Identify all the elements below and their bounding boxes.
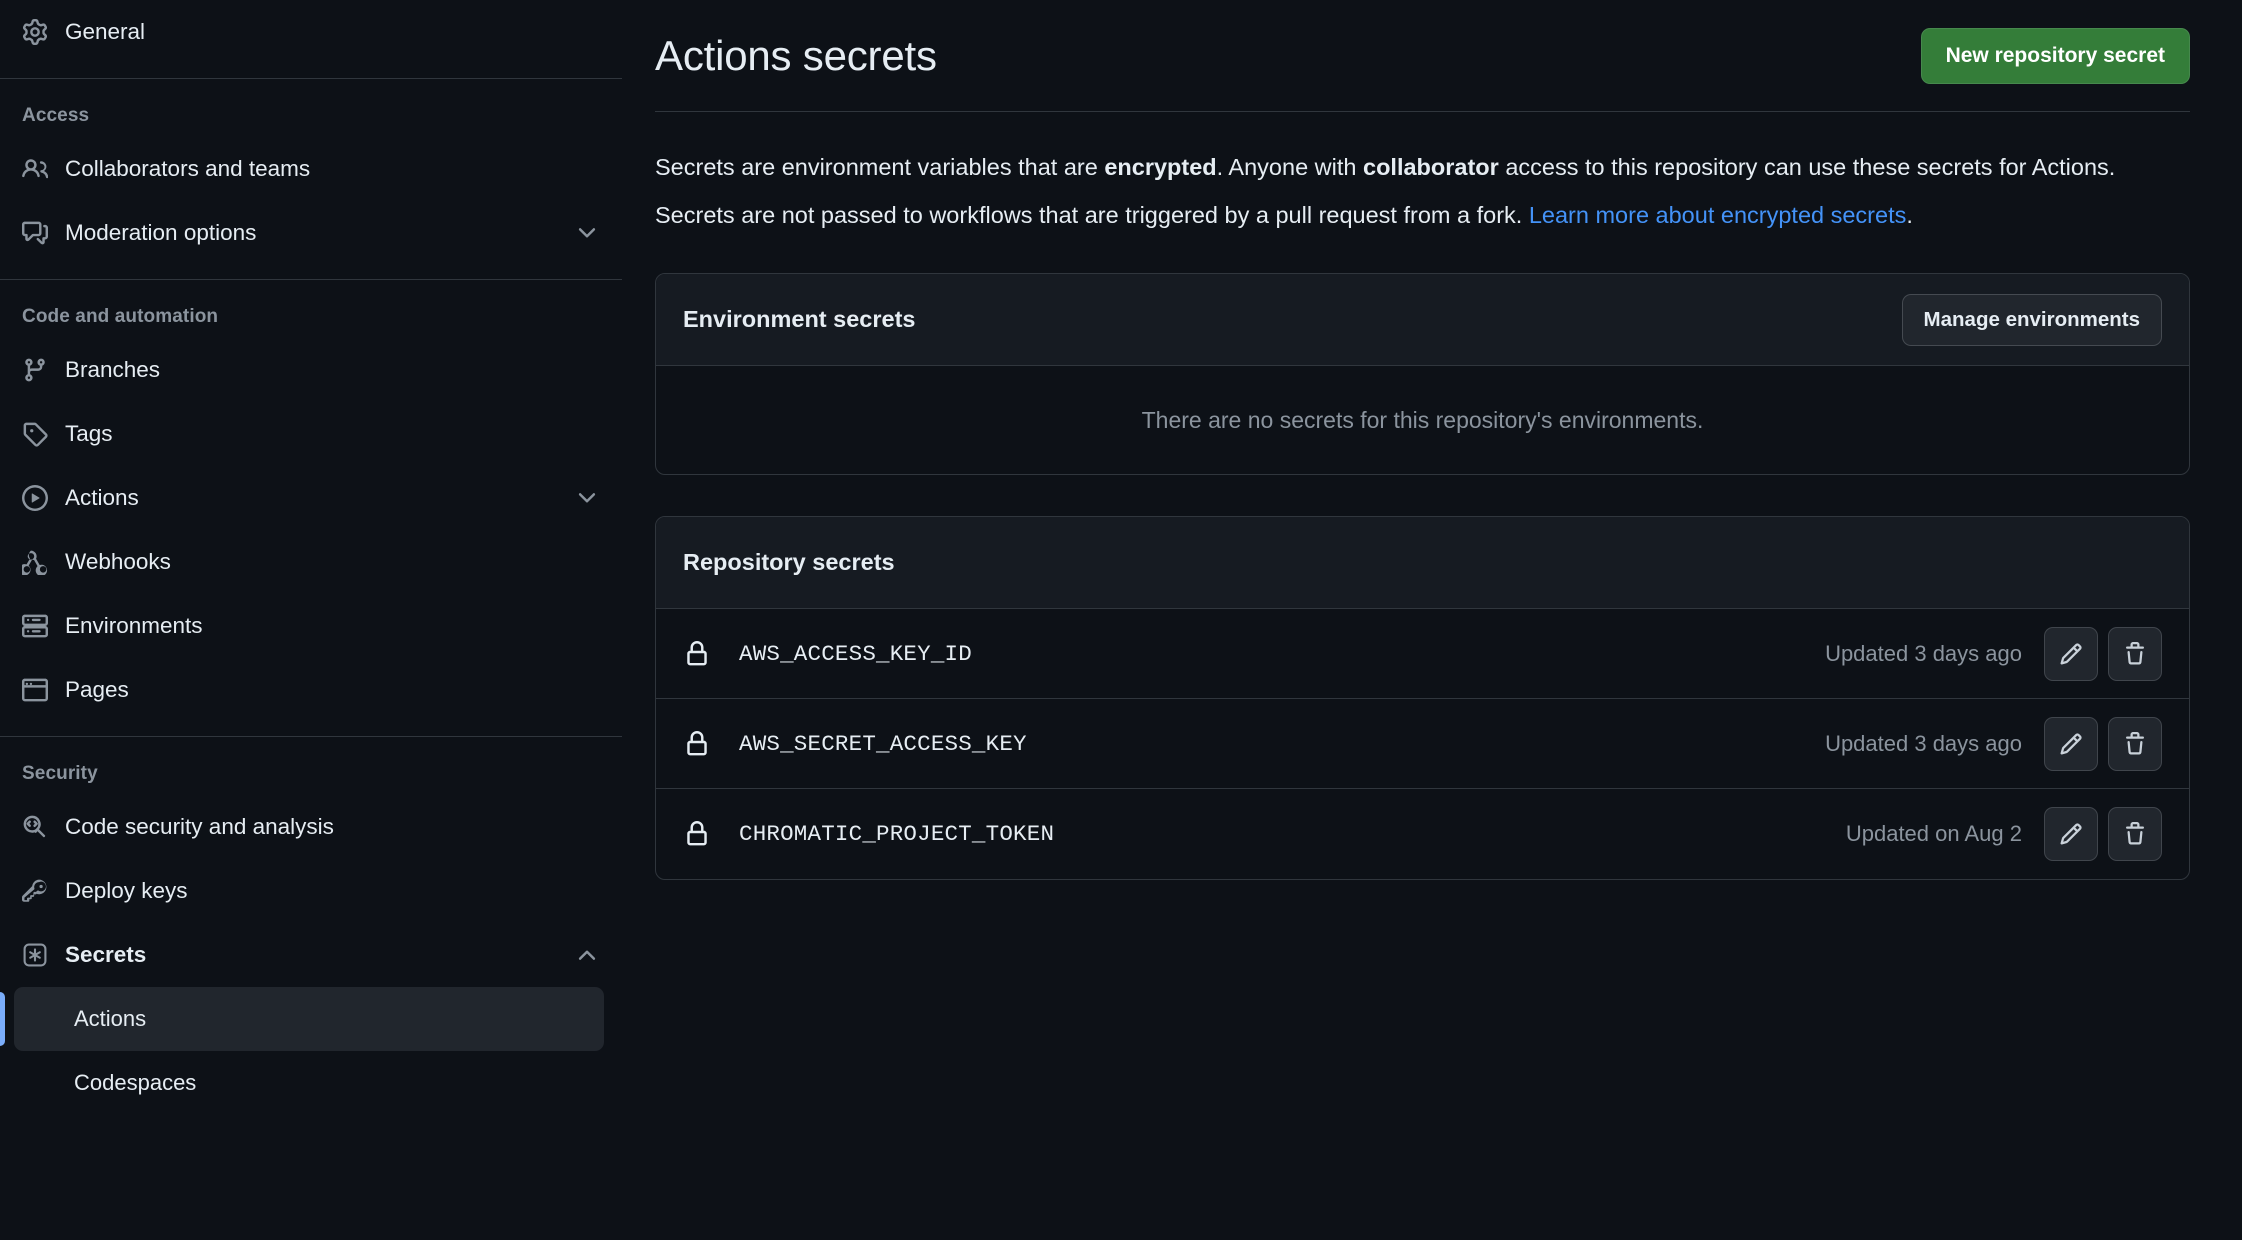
manage-environments-button[interactable]: Manage environments: [1901, 293, 2162, 346]
sidebar-item-label: Webhooks: [65, 549, 171, 574]
sidebar-item-pages[interactable]: Pages: [0, 658, 622, 722]
secret-name: AWS_ACCESS_KEY_ID: [739, 640, 972, 667]
sidebar-item-label: Tags: [65, 421, 113, 446]
row-actions: [2044, 626, 2162, 681]
sidebar-item-label: Secrets: [65, 942, 147, 967]
sidebar-group-label-security: Security: [22, 763, 98, 784]
webhook-icon: [22, 549, 52, 575]
sidebar-item-general[interactable]: General: [0, 0, 622, 64]
sidebar-item-label: General: [65, 19, 146, 44]
sidebar-group-label-code-and-automation: Code and automation: [22, 306, 219, 327]
sidebar-item-branches[interactable]: Branches: [0, 338, 622, 402]
chevron-up-icon[interactable]: [574, 942, 600, 968]
description-p2-part1: Secrets are not passed to workflows that…: [655, 201, 1529, 228]
trash-icon: [2123, 731, 2147, 756]
sidebar-item-label: Deploy keys: [65, 878, 188, 903]
learn-more-encrypted-secrets-link[interactable]: Learn more about encrypted secrets: [1529, 202, 1907, 228]
pencil-icon: [2059, 732, 2083, 756]
description-p1-part2: . Anyone with: [1216, 154, 1363, 180]
pencil-icon: [2059, 822, 2083, 846]
sidebar-item-label: Code security and analysis: [65, 814, 334, 839]
secrets-description: Secrets are environment variables that a…: [655, 151, 2145, 232]
gear-icon: [22, 19, 52, 45]
delete-secret-button[interactable]: [2108, 626, 2162, 681]
chevron-down-icon[interactable]: [574, 220, 600, 246]
environment-secrets-header: Environment secrets Manage environments: [656, 274, 2189, 367]
repository-secrets-panel: Repository secrets AWS_ACCESS_KEY_ID Upd…: [655, 516, 2190, 881]
sidebar-subitem-secrets-codespaces[interactable]: Codespaces: [14, 1051, 604, 1115]
sidebar-item-moderation-options[interactable]: Moderation options: [0, 201, 622, 265]
comment-discussion-icon: [22, 220, 52, 246]
lock-icon: [684, 821, 718, 847]
table-row: AWS_ACCESS_KEY_ID Updated 3 days ago: [656, 609, 2189, 700]
asterisk-key-icon: [22, 942, 52, 968]
sidebar-subitem-label: Codespaces: [74, 1070, 197, 1095]
description-p2-part2: .: [1906, 201, 1913, 228]
description-p1-part3: access to this repository can use these …: [1498, 154, 2116, 180]
sidebar-item-label: Actions: [65, 485, 139, 510]
play-icon: [22, 485, 52, 511]
sidebar-item-secrets[interactable]: Secrets: [0, 923, 622, 987]
settings-sidebar: General Access Collaborators and teams M…: [0, 0, 622, 1240]
tag-icon: [22, 421, 52, 447]
secret-updated-time: Updated on Aug 2: [1845, 821, 2022, 847]
delete-secret-button[interactable]: [2108, 716, 2162, 771]
edit-secret-button[interactable]: [2044, 807, 2098, 862]
browser-icon: [22, 677, 52, 703]
trash-icon: [2123, 641, 2147, 666]
server-icon: [22, 613, 52, 639]
environment-secrets-empty-message: There are no secrets for this repository…: [1141, 406, 1704, 433]
sidebar-item-tags[interactable]: Tags: [0, 402, 622, 466]
lock-icon: [684, 730, 718, 757]
sidebar-item-deploy-keys[interactable]: Deploy keys: [0, 859, 622, 923]
edit-secret-button[interactable]: [2044, 626, 2098, 681]
description-p1-part1: Secrets are environment variables that a…: [655, 154, 1105, 180]
sidebar-subitem-label: Actions: [74, 1006, 147, 1031]
environment-secrets-title: Environment secrets: [683, 306, 916, 333]
edit-secret-button[interactable]: [2044, 716, 2098, 771]
page-title: Actions secrets: [655, 32, 937, 79]
sidebar-group-label-access: Access: [22, 105, 90, 126]
sidebar-item-label: Moderation options: [65, 220, 257, 245]
chevron-down-icon[interactable]: [574, 485, 600, 511]
description-encrypted-emphasis: encrypted: [1104, 154, 1217, 180]
sidebar-item-collaborators-and-teams[interactable]: Collaborators and teams: [0, 137, 622, 201]
codescan-icon: [22, 814, 52, 840]
description-paragraph-1: Secrets are environment variables that a…: [655, 151, 2145, 185]
row-actions: [2044, 807, 2162, 862]
sidebar-item-environments[interactable]: Environments: [0, 594, 622, 658]
secret-name: AWS_SECRET_ACCESS_KEY: [739, 730, 1027, 757]
delete-secret-button[interactable]: [2108, 807, 2162, 862]
description-paragraph-2: Secrets are not passed to workflows that…: [655, 199, 2145, 233]
sidebar-subitem-secrets-actions[interactable]: Actions: [0, 987, 604, 1051]
page-header: Actions secrets New repository secret: [655, 0, 2190, 112]
secret-updated-time: Updated 3 days ago: [1825, 730, 2022, 756]
sidebar-item-label: Pages: [65, 677, 129, 702]
table-row: AWS_SECRET_ACCESS_KEY Updated 3 days ago: [656, 699, 2189, 790]
secret-name: CHROMATIC_PROJECT_TOKEN: [739, 821, 1055, 848]
sidebar-item-webhooks[interactable]: Webhooks: [0, 530, 622, 594]
people-icon: [22, 156, 52, 182]
sidebar-item-code-security-and-analysis[interactable]: Code security and analysis: [0, 795, 622, 859]
lock-icon: [684, 640, 718, 667]
main-content: Actions secrets New repository secret Se…: [622, 0, 2242, 1240]
key-icon: [22, 878, 52, 904]
description-collaborator-emphasis: collaborator: [1363, 154, 1499, 180]
table-row: CHROMATIC_PROJECT_TOKEN Updated on Aug 2: [656, 789, 2189, 879]
row-actions: [2044, 716, 2162, 771]
sidebar-item-label: Environments: [65, 613, 203, 638]
trash-icon: [2123, 822, 2147, 846]
repository-secrets-title: Repository secrets: [683, 549, 895, 576]
environment-secrets-panel: Environment secrets Manage environments …: [655, 273, 2190, 476]
sidebar-item-label: Collaborators and teams: [65, 156, 311, 181]
sidebar-item-actions[interactable]: Actions: [0, 466, 622, 530]
git-branch-icon: [22, 357, 52, 383]
sidebar-item-label: Branches: [65, 357, 161, 382]
pencil-icon: [2059, 642, 2083, 666]
secret-updated-time: Updated 3 days ago: [1825, 640, 2022, 666]
repository-secrets-header: Repository secrets: [656, 517, 2189, 610]
new-repository-secret-button[interactable]: New repository secret: [1920, 28, 2190, 84]
